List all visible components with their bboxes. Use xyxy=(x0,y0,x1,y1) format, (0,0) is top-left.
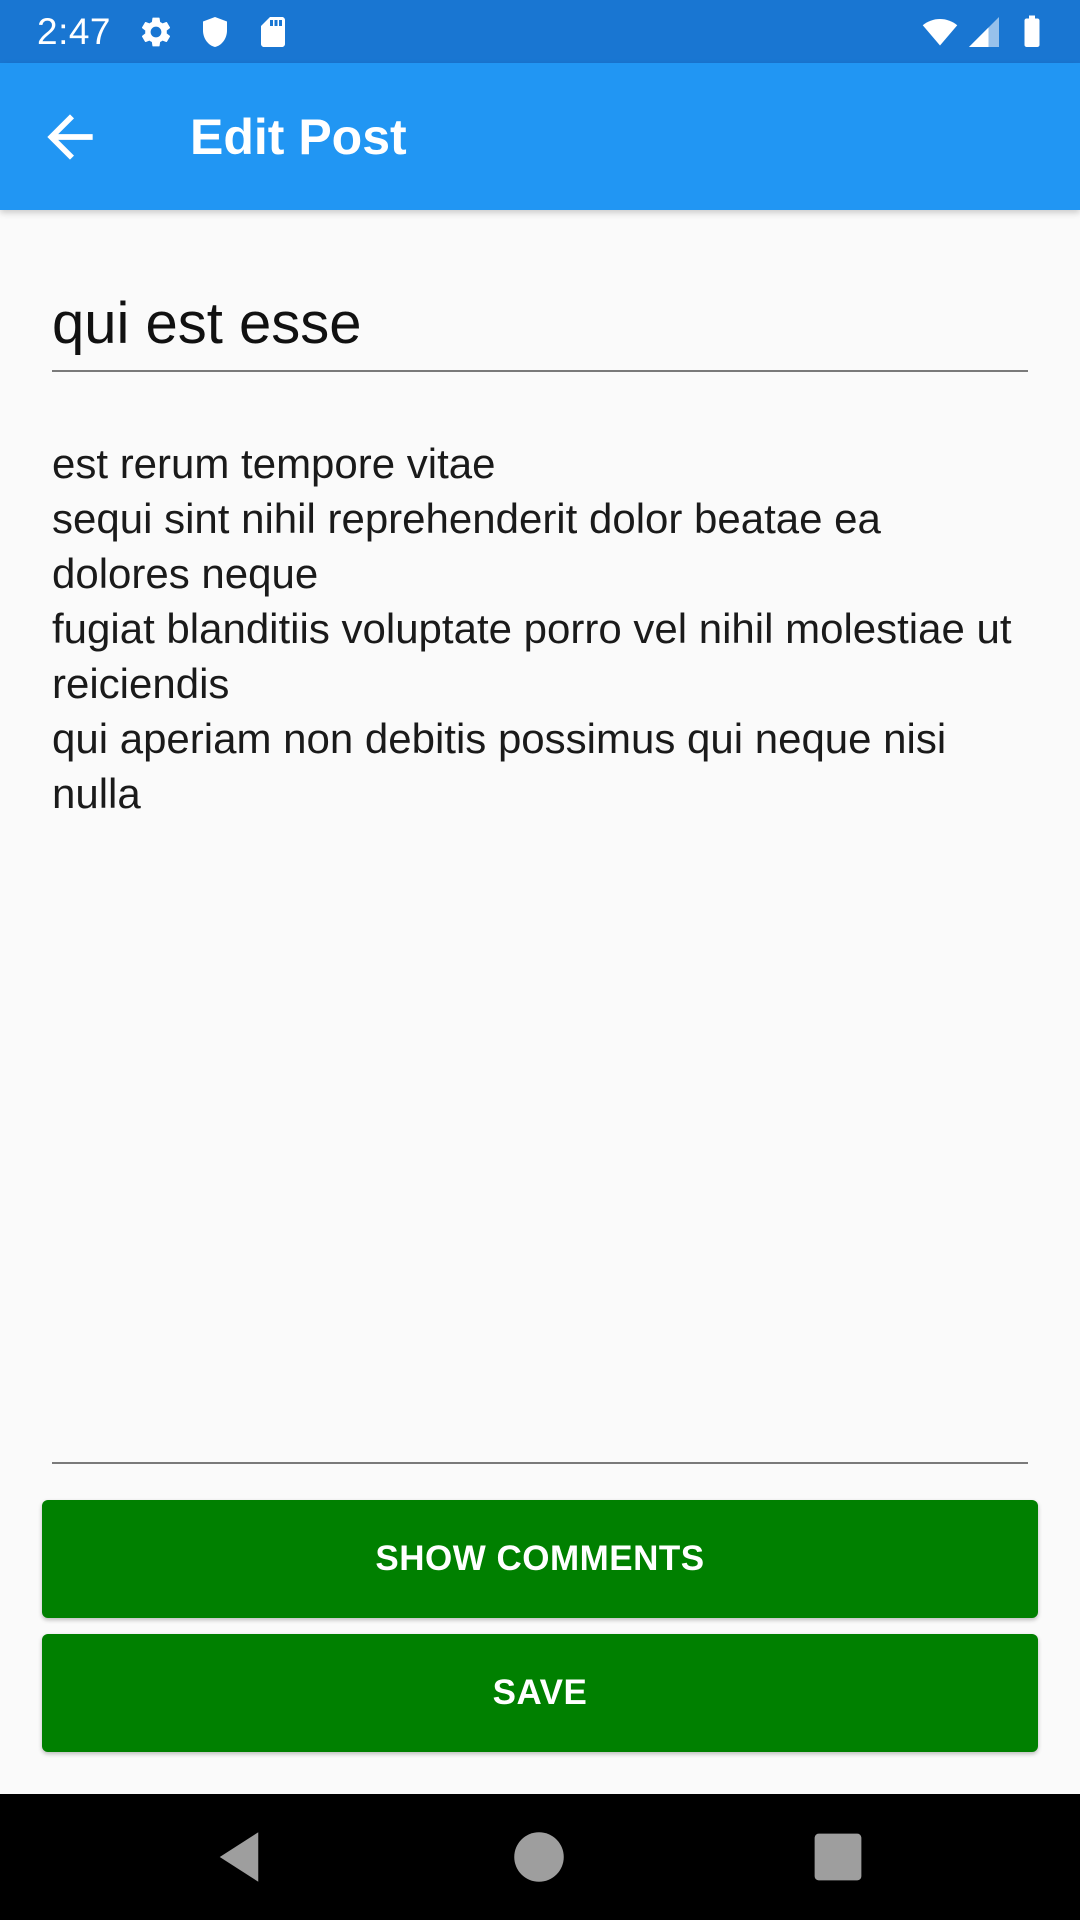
nav-home-button[interactable] xyxy=(506,1824,572,1890)
nav-back-button[interactable] xyxy=(206,1824,272,1890)
back-icon xyxy=(219,1832,259,1882)
page-title: Edit Post xyxy=(190,109,407,165)
save-button[interactable]: SAVE xyxy=(42,1634,1038,1752)
show-comments-label: SHOW COMMENTS xyxy=(375,1539,705,1578)
status-bar: 2:47 xyxy=(0,0,1080,63)
status-time: 2:47 xyxy=(37,11,112,52)
recents-icon xyxy=(814,1833,862,1881)
post-title-field xyxy=(52,282,1028,372)
settings-icon xyxy=(138,14,174,50)
nav-recents-button[interactable] xyxy=(805,1824,871,1890)
back-button[interactable] xyxy=(36,103,104,171)
post-body-text[interactable]: est rerum tempore vitae sequi sint nihil… xyxy=(52,436,1028,821)
shield-icon xyxy=(197,14,233,50)
edit-post-screen: 2:47 Edit Post est rerum tempore vit xyxy=(0,0,1080,1920)
battery-icon xyxy=(1014,14,1050,50)
sd-card-icon xyxy=(255,14,291,50)
app-bar: Edit Post xyxy=(0,63,1080,210)
save-label: SAVE xyxy=(492,1673,588,1712)
cell-signal-icon xyxy=(966,14,1002,50)
wifi-icon xyxy=(922,14,958,50)
system-nav-bar xyxy=(0,1794,1080,1920)
arrow-back-icon xyxy=(47,114,93,160)
home-icon xyxy=(514,1832,564,1882)
post-body-field[interactable]: est rerum tempore vitae sequi sint nihil… xyxy=(52,436,1028,1464)
show-comments-button[interactable]: SHOW COMMENTS xyxy=(42,1500,1038,1618)
post-title-input[interactable] xyxy=(52,282,1028,364)
